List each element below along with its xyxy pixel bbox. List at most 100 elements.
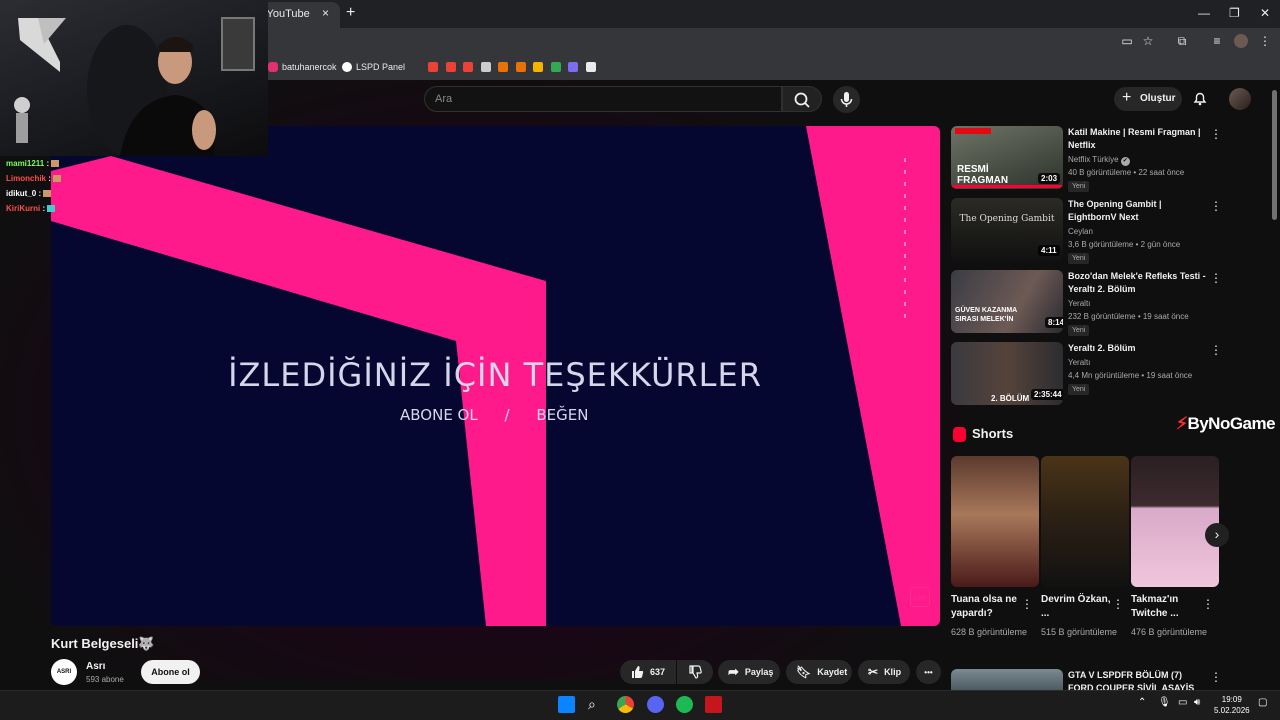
clock-date: 5.02.2026 xyxy=(1214,706,1250,715)
minimize-button[interactable]: — xyxy=(1198,6,1210,20)
share-button[interactable]: ➦ Paylaş xyxy=(718,660,780,684)
related-thumbnail[interactable]: GÜVEN KAZANMA SIRASI MELEK'İN 8:14 xyxy=(951,270,1063,333)
channel-watermark[interactable]: ASRI xyxy=(910,587,930,607)
notifications-bell-icon[interactable] xyxy=(1192,90,1208,106)
search-icon xyxy=(794,92,810,108)
tray-chevron-icon[interactable]: ⌃ xyxy=(1138,697,1146,708)
channel-name[interactable]: Asrı xyxy=(86,661,105,672)
more-options-icon[interactable]: ⋮ xyxy=(1202,597,1214,611)
related-thumbnail[interactable]: RESMİ FRAGMAN 2:03 xyxy=(951,126,1063,189)
watch-progress xyxy=(951,185,1063,188)
related-channel[interactable]: Netflix Türkiye ✔ xyxy=(1068,155,1130,166)
bookmark-favicon-icon[interactable] xyxy=(445,62,456,72)
share-icon: ➦ xyxy=(728,664,739,679)
related-title[interactable]: Katil Makine | Resmi Fragman | Netflix xyxy=(1068,126,1208,152)
media-control-icon[interactable]: ≡ xyxy=(1210,34,1224,48)
short-title[interactable]: Devrim Özkan, ... xyxy=(1041,593,1111,621)
new-tab-button[interactable]: + xyxy=(346,4,355,22)
user-avatar[interactable] xyxy=(1229,88,1251,110)
related-thumbnail[interactable]: 2. BÖLÜM 2:35:44 xyxy=(951,342,1063,405)
chat-user: Limonchik xyxy=(6,174,47,183)
search-button[interactable] xyxy=(782,86,822,112)
browser-menu-icon[interactable]: ⋮ xyxy=(1258,34,1272,48)
taskbar-clock[interactable]: 19:09 5.02.2026 xyxy=(1214,694,1250,716)
scissors-icon: ✂ xyxy=(868,665,879,679)
lspd-icon xyxy=(342,62,352,72)
app-icon[interactable] xyxy=(705,696,722,713)
more-options-icon[interactable]: ⋮ xyxy=(1210,343,1222,357)
more-options-icon[interactable]: ⋮ xyxy=(1112,597,1124,611)
bookmark-favicon-icon[interactable] xyxy=(428,62,438,72)
start-icon[interactable] xyxy=(558,696,575,713)
microphone-tray-icon[interactable]: 🎙︎ xyxy=(1158,697,1171,708)
bookmark-favicon-icon[interactable] xyxy=(498,62,508,72)
emote-icon xyxy=(47,205,56,213)
related-title[interactable]: Yeraltı 2. Bölüm xyxy=(1068,342,1208,355)
close-window-button[interactable]: ✕ xyxy=(1260,6,1270,20)
bookmark-favicon-icon[interactable] xyxy=(515,62,526,72)
bookmark-favicon-icon[interactable] xyxy=(463,62,473,72)
bookmark-favicon-icon[interactable] xyxy=(568,62,578,72)
cast-icon[interactable]: ▭ xyxy=(1120,34,1134,48)
subscribe-prompt: ABONE OL xyxy=(400,406,478,424)
notification-center-icon[interactable]: ▢ xyxy=(1258,697,1267,708)
discord-icon[interactable] xyxy=(647,696,664,713)
extensions-icon[interactable]: ⧉ xyxy=(1175,34,1189,48)
related-title[interactable]: GTA V LSPDFR BÖLÜM (7) FORD COUPER SİVİL… xyxy=(1068,669,1208,690)
chat-message: idikut_0 : xyxy=(6,189,52,198)
more-options-icon[interactable]: ⋮ xyxy=(1210,670,1222,684)
related-channel[interactable]: Ceylan xyxy=(1068,227,1093,236)
more-options-icon[interactable]: ⋮ xyxy=(1210,127,1222,141)
related-title[interactable]: Bozo'dan Melek'e Refleks Testi - Yeraltı… xyxy=(1068,270,1208,296)
related-meta: 4,4 Mn görüntüleme • 19 saat önce xyxy=(1068,371,1193,380)
thumbnail-text: The Opening Gambit xyxy=(959,214,1055,224)
more-options-icon[interactable]: ⋮ xyxy=(1210,199,1222,213)
like-button[interactable]: 637 xyxy=(620,660,676,684)
subtitle-separator: / xyxy=(504,406,510,424)
short-thumbnail[interactable] xyxy=(1041,456,1129,587)
short-title[interactable]: Tuana olsa ne yapardı? xyxy=(951,593,1021,621)
scrollbar[interactable] xyxy=(1272,90,1277,220)
related-thumbnail[interactable] xyxy=(951,669,1063,690)
channel-avatar[interactable]: ASRI xyxy=(51,659,77,685)
network-icon[interactable]: ▭ xyxy=(1178,697,1187,708)
thumbnail-text: RESMİ FRAGMAN xyxy=(957,164,1009,186)
streamer-webcam xyxy=(0,0,268,156)
more-options-icon[interactable]: ⋮ xyxy=(1210,271,1222,285)
chrome-icon[interactable] xyxy=(617,696,634,713)
short-title[interactable]: Takmaz'ın Twitche ... xyxy=(1131,593,1201,621)
profile-icon[interactable] xyxy=(1234,34,1248,48)
bookmark-favicon-icon[interactable] xyxy=(550,62,561,72)
clip-button[interactable]: ✂ Klip xyxy=(858,660,910,684)
voice-search-button[interactable] xyxy=(833,86,860,113)
short-thumbnail[interactable] xyxy=(951,456,1039,587)
related-title[interactable]: The Opening Gambit | EightbornV Next xyxy=(1068,198,1208,224)
subscribe-button[interactable]: Abone ol xyxy=(141,660,200,684)
bookmark-favicon-icon[interactable] xyxy=(533,62,543,72)
search-input[interactable]: Ara xyxy=(424,86,782,112)
more-actions-button[interactable]: ••• xyxy=(916,660,941,684)
shorts-next-button[interactable]: › xyxy=(1205,523,1229,547)
bookmark-favicon-icon[interactable] xyxy=(480,62,491,72)
related-thumbnail[interactable]: The Opening Gambit 4:11 xyxy=(951,198,1063,261)
bookmark-batuhanercok[interactable]: batuhanercok xyxy=(268,59,337,75)
clock-time: 19:09 xyxy=(1221,695,1242,704)
more-options-icon[interactable]: ⋮ xyxy=(1021,597,1033,611)
search-icon[interactable]: ⌕ xyxy=(588,696,605,713)
related-channel[interactable]: Yeraltı xyxy=(1068,299,1090,308)
spotify-icon[interactable] xyxy=(676,696,693,713)
bookmark-lspd-panel[interactable]: LSPD Panel xyxy=(342,59,405,75)
plus-icon: + xyxy=(1122,89,1132,106)
dislike-button[interactable] xyxy=(677,660,713,684)
video-duration: 2:35:44 xyxy=(1031,389,1063,400)
new-badge: Yeni xyxy=(1068,325,1090,336)
bookmark-favicon-icon[interactable] xyxy=(585,62,596,72)
end-screen-subtitle: ABONE OL / BEĞEN xyxy=(400,406,600,424)
save-button[interactable]: 🔖︎ Kaydet xyxy=(786,660,852,684)
short-thumbnail[interactable] xyxy=(1131,456,1219,587)
tab-close-icon[interactable]: × xyxy=(322,6,329,20)
bookmark-star-icon[interactable]: ☆ xyxy=(1141,34,1155,48)
related-channel[interactable]: Yeraltı xyxy=(1068,358,1090,367)
volume-icon[interactable]: 🔊︎ xyxy=(1194,697,1200,708)
maximize-button[interactable]: ❐ xyxy=(1229,6,1240,20)
